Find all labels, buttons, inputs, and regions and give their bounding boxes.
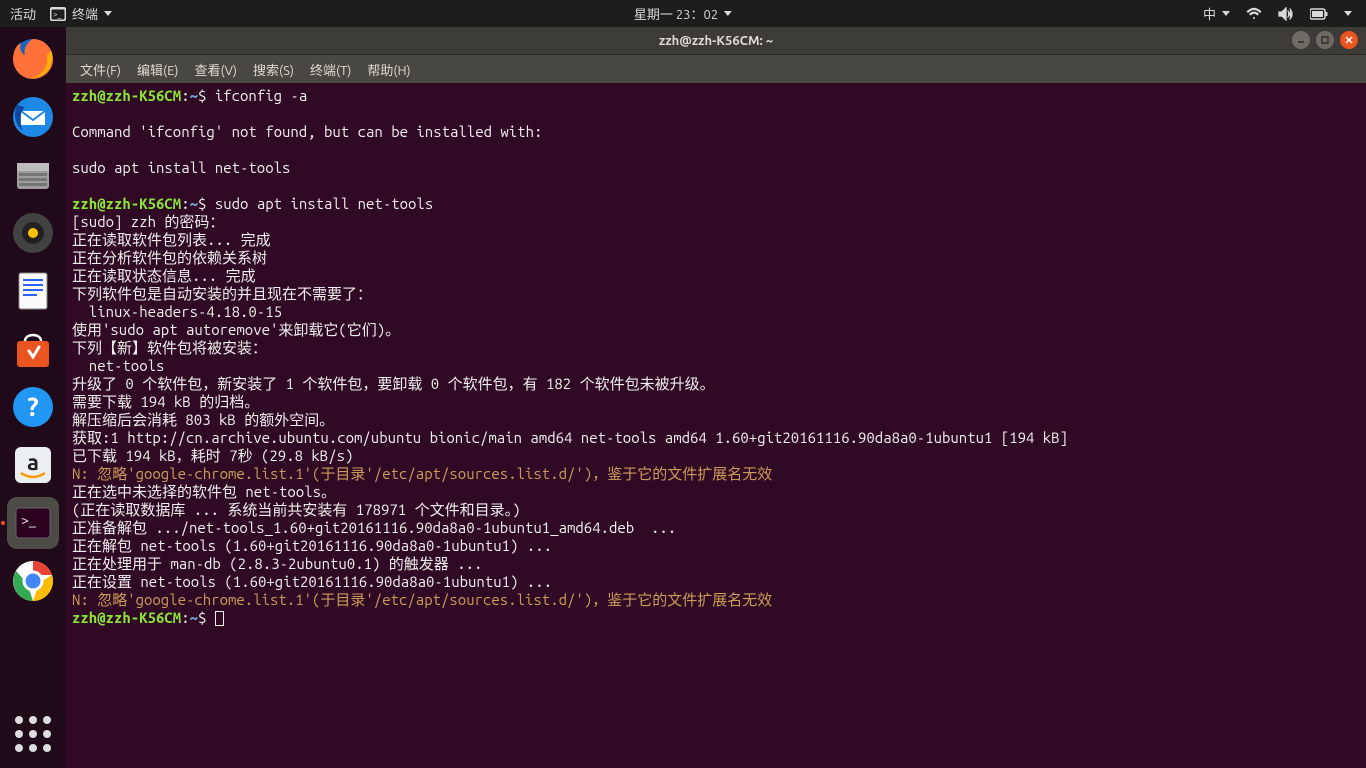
minimize-button[interactable] (1292, 31, 1310, 49)
terminal-icon: >_ (50, 7, 66, 21)
line: 正在处理用于 man-db (2.8.3-2ubuntu0.1) 的触发器 ..… (72, 555, 482, 572)
ime-indicator[interactable]: 中 (1203, 4, 1230, 23)
dock: ? a >_ (0, 27, 66, 768)
wifi-icon[interactable] (1246, 7, 1262, 21)
chevron-down-icon (1222, 11, 1230, 16)
files-icon (11, 153, 55, 197)
line: 需要下载 194 kB 的归档。 (72, 393, 259, 410)
amazon-icon: a (11, 443, 55, 487)
volume-icon[interactable] (1278, 7, 1294, 21)
line: 正在读取软件包列表... 完成 (72, 231, 271, 248)
line-warning: N: 忽略'google-chrome.list.1'(于目录'/etc/apt… (72, 465, 772, 482)
system-menu-chevron-icon[interactable] (1344, 11, 1352, 16)
dock-firefox[interactable] (7, 33, 59, 85)
window-titlebar[interactable]: zzh@zzh-K56CM: ~ (66, 27, 1366, 55)
line: 正在分析软件包的依赖关系树 (72, 249, 267, 266)
line: 正在选中未选择的软件包 net-tools。 (72, 483, 336, 500)
document-icon (11, 269, 55, 313)
menu-edit[interactable]: 编辑(E) (131, 58, 184, 81)
dock-software[interactable] (7, 323, 59, 375)
terminal-output[interactable]: zzh@zzh-K56CM:~$ ifconfig -a Command 'if… (66, 83, 1366, 768)
thunderbird-icon (11, 95, 55, 139)
show-applications[interactable] (7, 708, 59, 760)
dock-help[interactable]: ? (7, 381, 59, 433)
clock[interactable]: 星期一 23：02 (634, 4, 718, 23)
line: sudo apt install net-tools (72, 159, 290, 176)
line-warning: N: 忽略'google-chrome.list.1'(于目录'/etc/apt… (72, 591, 772, 608)
battery-icon[interactable] (1310, 8, 1328, 20)
chevron-down-icon (724, 11, 732, 16)
dock-rhythmbox[interactable] (7, 207, 59, 259)
app-menu[interactable]: >_ 终端 (50, 4, 112, 23)
menu-help[interactable]: 帮助(H) (361, 58, 416, 81)
line: 正在设置 net-tools (1.60+git20161116.90da8a0… (72, 573, 552, 590)
close-button[interactable] (1340, 31, 1358, 49)
menu-search[interactable]: 搜索(S) (247, 58, 300, 81)
app-menu-label: 终端 (72, 4, 98, 23)
dock-terminal[interactable]: >_ (7, 497, 59, 549)
menu-terminal[interactable]: 终端(T) (304, 58, 357, 81)
prompt-userhost: zzh@zzh-K56CM (72, 195, 181, 212)
terminal-menubar: 文件(F) 编辑(E) 查看(V) 搜索(S) 终端(T) 帮助(H) (66, 55, 1366, 83)
dock-amazon[interactable]: a (7, 439, 59, 491)
prompt-path: ~ (190, 87, 198, 104)
prompt-userhost: zzh@zzh-K56CM (72, 609, 181, 626)
line: 获取:1 http://cn.archive.ubuntu.com/ubuntu… (72, 429, 1068, 446)
window-title: zzh@zzh-K56CM: ~ (659, 34, 773, 48)
shopping-bag-icon (11, 327, 55, 371)
dock-files[interactable] (7, 149, 59, 201)
line: 下列软件包是自动安装的并且现在不需要了： (72, 285, 372, 302)
apps-grid-icon (15, 716, 51, 752)
svg-text:?: ? (27, 392, 38, 421)
line: (正在读取数据库 ... 系统当前共安装有 178971 个文件和目录。) (72, 501, 521, 518)
prompt-userhost: zzh@zzh-K56CM (72, 87, 181, 104)
dock-thunderbird[interactable] (7, 91, 59, 143)
activities-button[interactable]: 活动 (10, 4, 36, 23)
line: 正在解包 net-tools (1.60+git20161116.90da8a0… (72, 537, 552, 554)
terminal-icon: >_ (11, 501, 55, 545)
svg-text:a: a (27, 450, 39, 475)
maximize-button[interactable] (1316, 31, 1334, 49)
line: 解压缩后会消耗 803 kB 的额外空间。 (72, 411, 334, 428)
menu-file[interactable]: 文件(F) (74, 58, 127, 81)
svg-text:>_: >_ (21, 512, 36, 528)
chevron-down-icon (104, 11, 112, 16)
line: 已下载 194 kB，耗时 7秒 (29.8 kB/s) (72, 447, 353, 464)
svg-text:>_: >_ (53, 10, 62, 19)
line: [sudo] zzh 的密码： (72, 213, 224, 230)
terminal-window: zzh@zzh-K56CM: ~ 文件(F) 编辑(E) 查看(V) 搜索(S)… (66, 27, 1366, 768)
chrome-icon (11, 559, 55, 603)
menu-view[interactable]: 查看(V) (189, 58, 243, 81)
firefox-icon (11, 37, 55, 81)
cursor (215, 611, 224, 626)
help-icon: ? (11, 385, 55, 429)
line: 正在读取状态信息... 完成 (72, 267, 256, 284)
command-1: ifconfig -a (215, 87, 307, 104)
line: linux-headers-4.18.0-15 (72, 303, 282, 320)
prompt-sep: : (181, 87, 189, 104)
dock-writer[interactable] (7, 265, 59, 317)
gnome-topbar: 活动 >_ 终端 星期一 23：02 中 (0, 0, 1366, 27)
command-2: sudo apt install net-tools (215, 195, 433, 212)
line: net-tools (72, 357, 164, 374)
ime-label: 中 (1203, 4, 1216, 23)
speaker-icon (11, 211, 55, 255)
dock-chrome[interactable] (7, 555, 59, 607)
line: 升级了 0 个软件包，新安装了 1 个软件包，要卸载 0 个软件包，有 182 … (72, 375, 715, 392)
line: 使用'sudo apt autoremove'来卸载它(它们)。 (72, 321, 400, 338)
line: Command 'ifconfig' not found, but can be… (72, 123, 542, 140)
line: 下列【新】软件包将被安装： (72, 339, 267, 356)
line: 正准备解包 .../net-tools_1.60+git20161116.90d… (72, 519, 676, 536)
